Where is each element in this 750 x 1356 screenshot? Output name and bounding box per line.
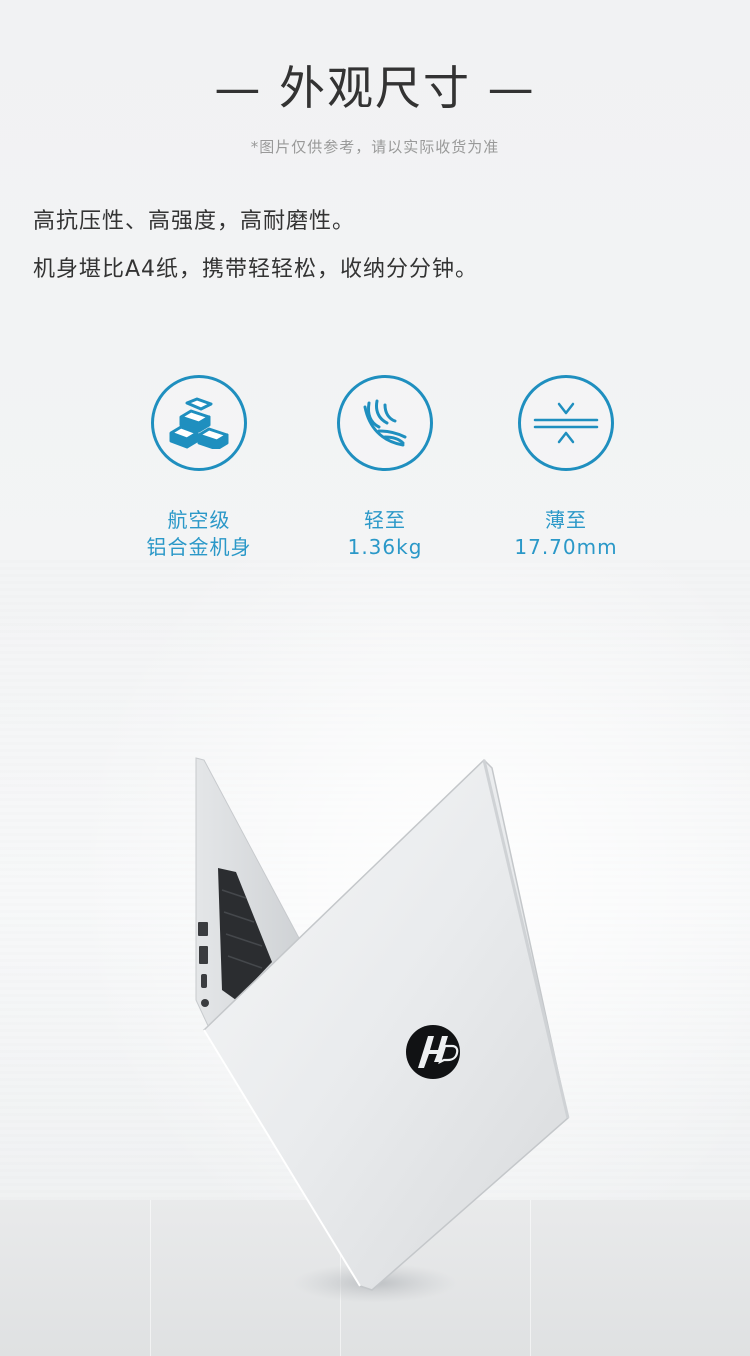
hdmi-port [198,922,208,936]
audio-jack [201,999,209,1007]
usb-port [199,946,208,964]
product-detail-page: — 外观尺寸 — *图片仅供参考，请以实际收货为准 高抗压性、高强度，高耐磨性。… [0,0,750,1356]
usb-c-port [201,974,207,988]
laptop-product-image [0,0,750,1356]
laptop-lid [203,758,569,1291]
hp-logo [406,1025,460,1079]
